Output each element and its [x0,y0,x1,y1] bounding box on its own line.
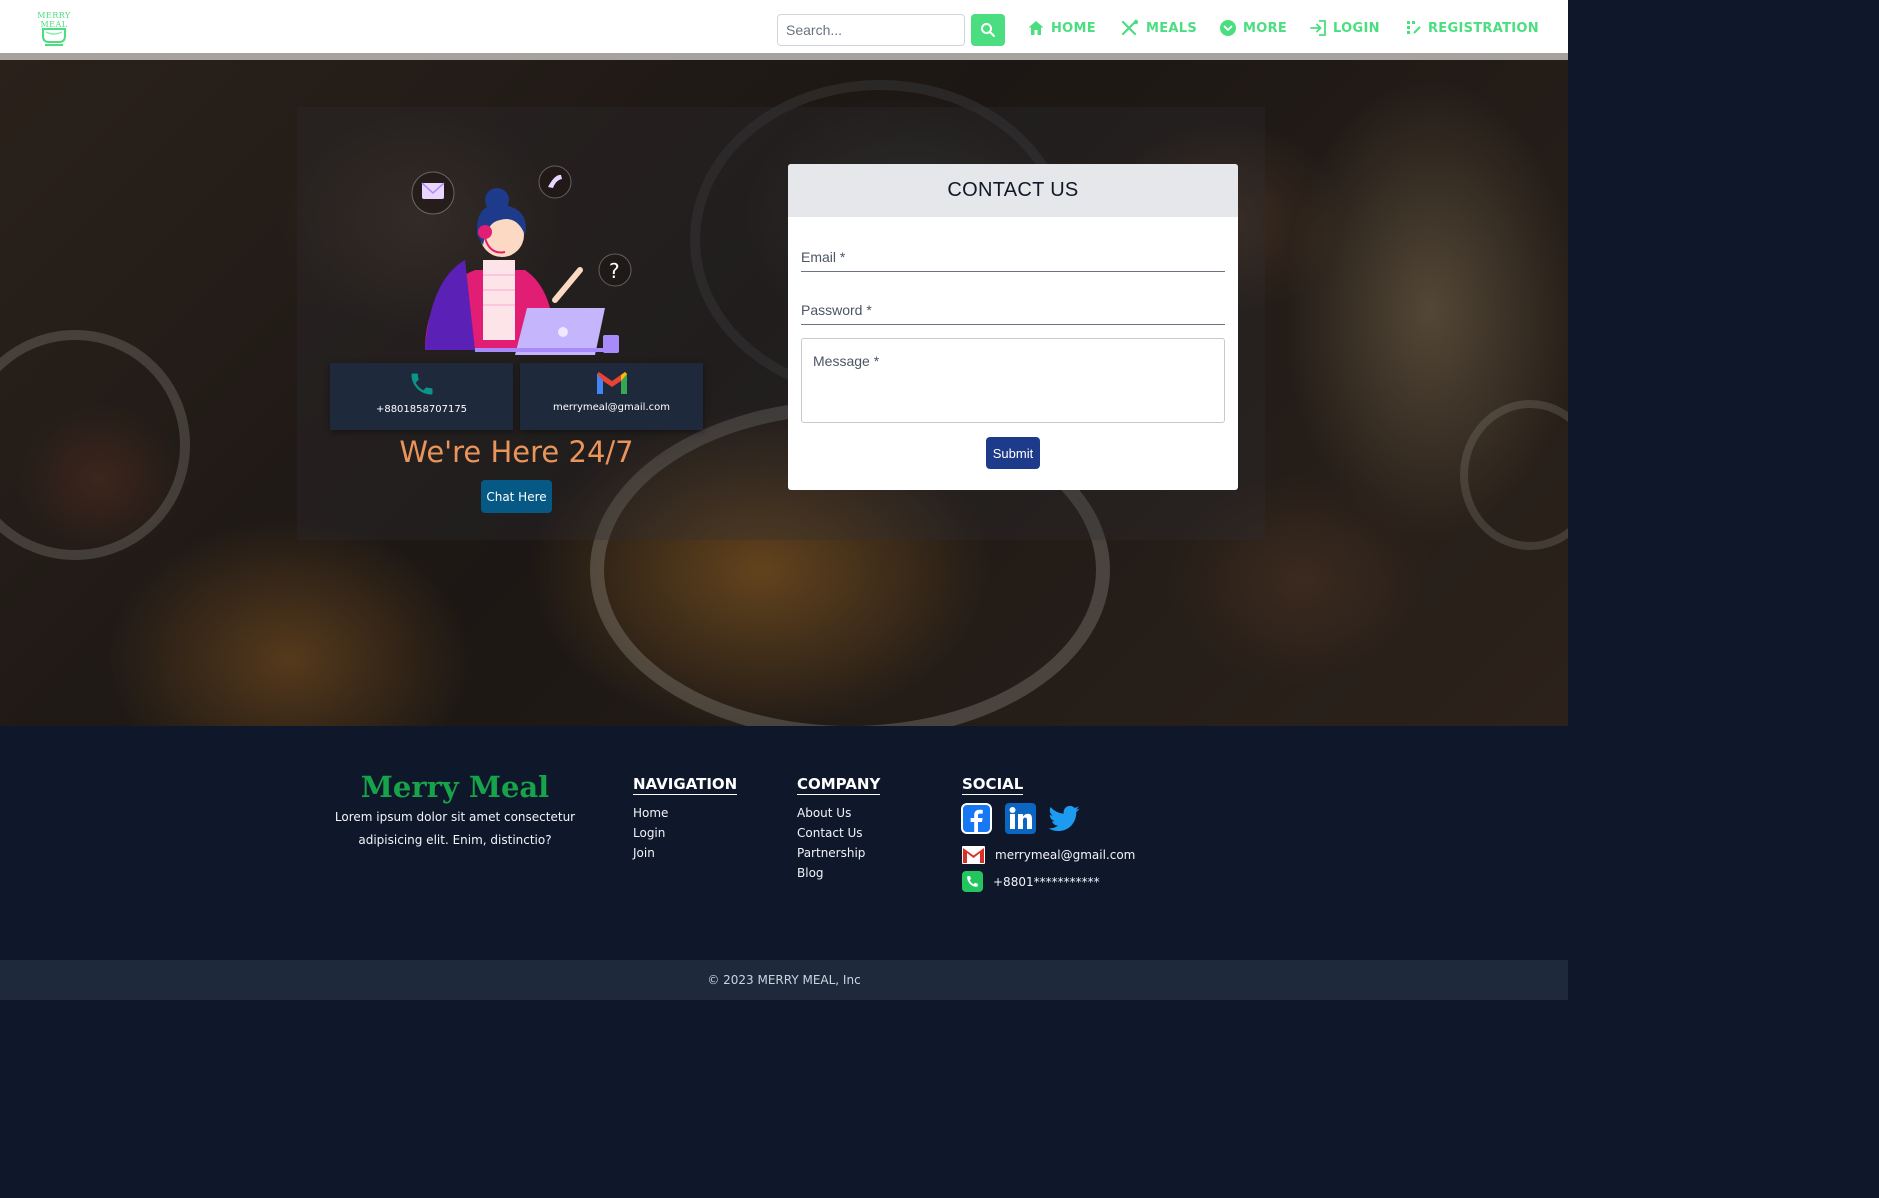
linkedin-icon[interactable] [1005,803,1036,834]
social-heading: SOCIAL [962,775,1024,795]
nav-meals[interactable]: MEALS [1121,17,1197,39]
email-tile[interactable]: merrymeal@gmail.com [520,363,703,430]
footer-brand[interactable]: Merry Meal [305,770,605,804]
footer-link-home[interactable]: Home [633,803,668,823]
bowl-icon [42,28,66,46]
phone-icon [962,871,983,892]
copyright-text: © 2023 MERRY MEAL, Inc [707,973,861,987]
footer-link-login[interactable]: Login [633,823,668,843]
login-icon [1310,20,1326,36]
search-input[interactable] [777,14,965,46]
footer-link-join[interactable]: Join [633,843,668,863]
nav-login-label: LOGIN [1333,20,1380,36]
chevron-down-circle-icon [1220,20,1236,36]
nav-home-label: HOME [1051,20,1096,36]
utensils-icon [1121,19,1139,36]
svg-text:?: ? [609,259,620,283]
form-title: CONTACT US [788,164,1238,217]
nav-more-label: MORE [1243,20,1288,36]
footer-link-contact[interactable]: Contact Us [797,823,865,843]
nav-registration[interactable]: REGISTRATION [1406,17,1539,39]
message-textarea[interactable]: Message * [801,338,1225,423]
footer-phone: +8801*********** [993,874,1100,889]
navbar: MERRY MEAL HOME MEALS MORE [0,0,1568,53]
contact-form: CONTACT US Email * Password * Message * … [788,164,1238,490]
message-placeholder: Message * [813,353,880,369]
availability-heading: We're Here 24/7 [399,435,634,469]
nav-registration-label: REGISTRATION [1428,20,1539,36]
password-field[interactable]: Password * [801,302,1225,325]
footer: Merry Meal Lorem ipsum dolor sit amet co… [0,726,1568,960]
email-address: merrymeal@gmail.com [553,402,670,413]
nav-more[interactable]: MORE [1219,17,1287,39]
copyright-bar: © 2023 MERRY MEAL, Inc [0,960,1568,1000]
phone-tile[interactable]: +8801858707175 [330,363,513,430]
footer-link-blog[interactable]: Blog [797,863,865,883]
plate-decor [1460,400,1568,550]
search-button[interactable] [971,14,1005,46]
home-icon [1028,21,1044,35]
navigation-links: Home Login Join [633,803,668,863]
facebook-icon[interactable] [961,803,992,834]
submit-button[interactable]: Submit [986,437,1040,469]
footer-link-partnership[interactable]: Partnership [797,843,865,863]
gmail-icon [596,372,627,394]
email-field[interactable]: Email * [801,249,1225,272]
gmail-icon [962,846,985,864]
twitter-icon[interactable] [1049,805,1080,832]
phone-icon [411,373,432,395]
logo[interactable]: MERRY MEAL [26,9,82,49]
hero-section: ? +8801858707175 merrymeal@gmail.com We'… [0,60,1568,726]
nav-home[interactable]: HOME [1027,17,1096,39]
plate-decor [0,330,190,560]
footer-email-row[interactable]: merrymeal@gmail.com [962,846,1135,864]
chat-button[interactable]: Chat Here [481,480,552,513]
footer-email: merrymeal@gmail.com [995,848,1136,862]
footer-link-about[interactable]: About Us [797,803,865,823]
email-field-label: Email * [801,249,846,265]
company-heading: COMPANY [797,775,881,795]
nav-login[interactable]: LOGIN [1309,17,1380,39]
navbar-divider [0,53,1568,60]
phone-number: +8801858707175 [375,404,468,415]
footer-description: Lorem ipsum dolor sit amet consectetur a… [334,810,576,847]
registration-icon [1407,21,1421,34]
password-field-label: Password * [801,302,872,318]
company-links: About Us Contact Us Partnership Blog [797,803,865,883]
search-icon [981,23,995,37]
footer-phone-row[interactable]: +8801*********** [962,871,1100,892]
social-icons [961,803,1080,834]
support-agent-illustration: ? [411,165,632,355]
nav-meals-label: MEALS [1146,20,1198,36]
navigation-heading: NAVIGATION [633,775,738,795]
